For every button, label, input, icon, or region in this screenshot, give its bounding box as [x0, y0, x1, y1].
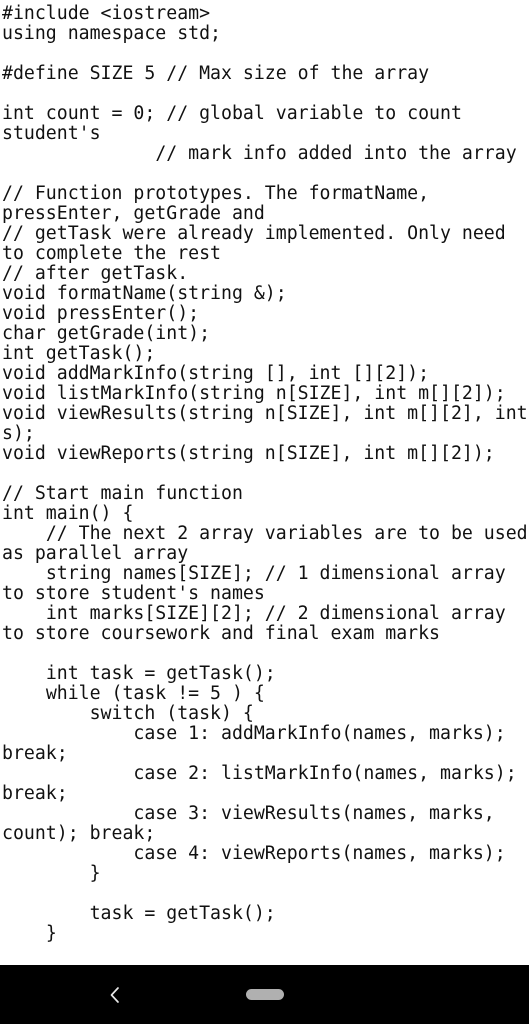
back-button[interactable]	[98, 979, 132, 1011]
home-pill-icon[interactable]	[246, 989, 284, 1000]
code-viewer[interactable]: #include <iostream> using namespace std;…	[0, 0, 529, 1024]
android-navigation-bar	[0, 965, 529, 1024]
chevron-left-icon	[107, 983, 123, 1007]
code-content: #include <iostream> using namespace std;…	[2, 3, 528, 944]
phone-screen: #include <iostream> using namespace std;…	[0, 0, 529, 1024]
